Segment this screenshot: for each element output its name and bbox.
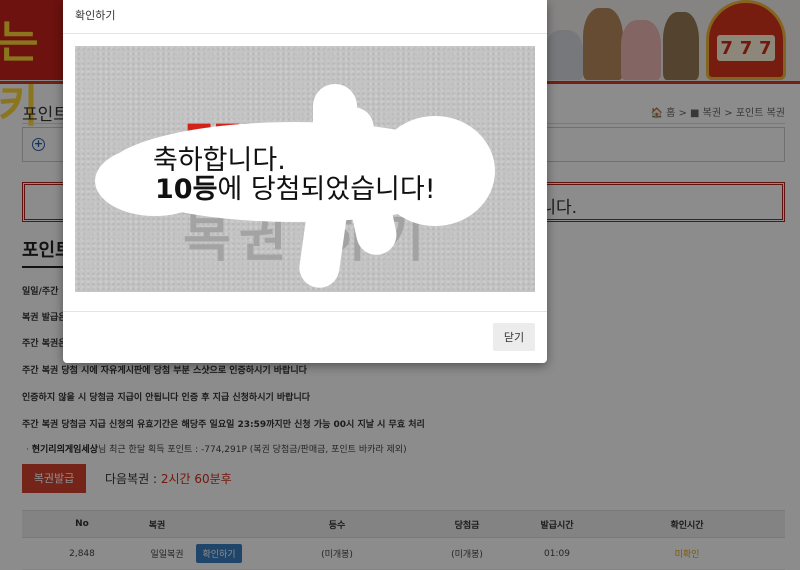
confirm-modal: 확인하기 ▬▬▬▬▬ 복권 하기 축하합니다. 10등에 당첨되었습니다! 닫기 — [63, 0, 547, 363]
result-message: 10등에 당첨되었습니다! — [155, 167, 436, 206]
modal-footer: 닫기 — [63, 311, 547, 363]
modal-title: 확인하기 — [75, 9, 116, 22]
modal-header: 확인하기 — [63, 0, 547, 34]
result-rank: 10등 — [155, 174, 218, 205]
modal-body: ▬▬▬▬▬ 복권 하기 축하합니다. 10등에 당첨되었습니다! — [75, 46, 535, 292]
close-button[interactable]: 닫기 — [493, 323, 535, 351]
result-message-rest: 에 당첨되었습니다! — [217, 174, 436, 205]
scratch-card[interactable]: ▬▬▬▬▬ 복권 하기 축하합니다. 10등에 당첨되었습니다! — [75, 46, 535, 292]
